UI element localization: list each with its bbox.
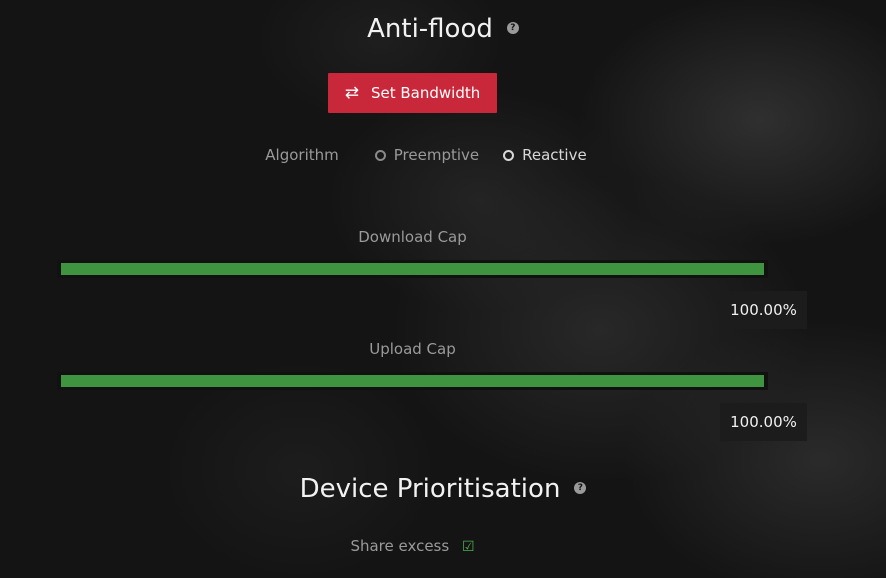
radio-reactive-label: Reactive bbox=[522, 146, 587, 164]
check-square-icon[interactable]: ☑ bbox=[462, 539, 475, 555]
radio-circle-icon[interactable] bbox=[374, 149, 386, 161]
radio-preemptive-label: Preemptive bbox=[393, 146, 480, 164]
share-excess-row: Share excess ☑ bbox=[0, 537, 825, 555]
upload-cap-fill bbox=[61, 375, 764, 387]
device-prioritisation-title-text: Device Prioritisation bbox=[299, 474, 561, 504]
download-cap-label: Download Cap bbox=[358, 228, 467, 246]
share-excess-label: Share excess bbox=[350, 537, 450, 555]
algorithm-label: Algorithm bbox=[265, 146, 339, 164]
question-circle-icon[interactable]: ? bbox=[574, 481, 587, 494]
device-prioritisation-title: Device Prioritisation? bbox=[0, 474, 886, 504]
download-cap-fill bbox=[61, 263, 764, 275]
radio-preemptive[interactable]: Preemptive bbox=[374, 146, 480, 164]
radio-circle-icon[interactable] bbox=[503, 149, 515, 161]
algorithm-row: Algorithm Preemptive Reactive bbox=[0, 146, 886, 164]
download-cap-slider[interactable] bbox=[57, 260, 768, 278]
radio-reactive[interactable]: Reactive bbox=[503, 146, 587, 164]
upload-cap-value[interactable]: 100.00% bbox=[720, 403, 807, 441]
upload-cap-label: Upload Cap bbox=[369, 340, 456, 358]
question-circle-icon[interactable]: ? bbox=[506, 21, 519, 34]
upload-cap-slider[interactable] bbox=[57, 372, 768, 390]
download-cap-value[interactable]: 100.00% bbox=[720, 291, 807, 329]
antiflood-title-text: Anti-flood bbox=[367, 14, 493, 44]
antiflood-title: Anti-flood? bbox=[0, 14, 886, 44]
set-bandwidth-button[interactable]: ⇄ Set Bandwidth bbox=[328, 73, 497, 113]
exchange-icon: ⇄ bbox=[344, 82, 359, 103]
set-bandwidth-label: Set Bandwidth bbox=[370, 84, 481, 102]
